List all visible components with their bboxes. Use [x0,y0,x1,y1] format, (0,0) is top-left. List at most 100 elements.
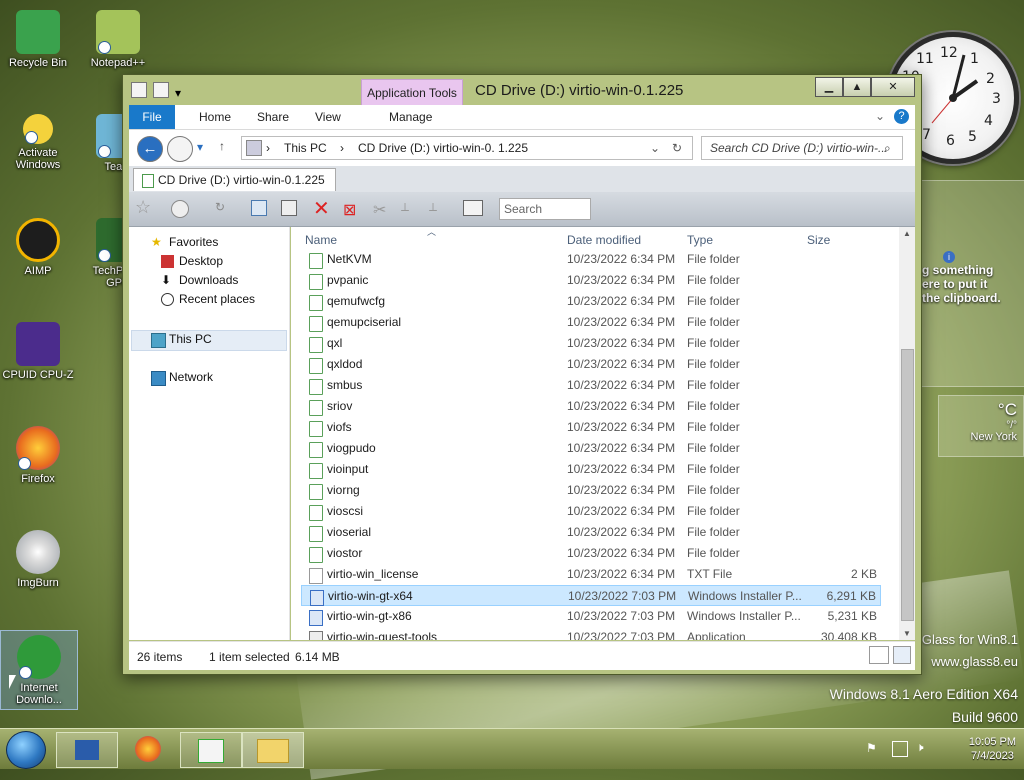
nav-network[interactable]: Network [151,368,213,387]
file-row[interactable]: viorng 10/23/2022 6:34 PM File folder [301,480,881,501]
location-tab[interactable]: CD Drive (D:) virtio-win-0.1.225 [133,168,336,191]
address-segment-location[interactable]: CD Drive (D:) virtio-win-0. 1.225 [358,141,528,155]
column-type[interactable]: Type [687,233,713,247]
desktop-icon-activate-windows[interactable]: Activate Windows [0,110,76,171]
refresh-icon[interactable]: ↻ [672,141,682,155]
large-icons-view-icon[interactable] [893,646,911,664]
favorites-star-icon[interactable]: ☆ [135,197,155,217]
tab-home[interactable]: Home [189,105,241,129]
file-row[interactable]: pvpanic 10/23/2022 6:34 PM File folder [301,270,881,291]
delete-permanent-icon[interactable]: ⊠ [343,200,363,219]
move-icon[interactable] [281,200,297,216]
file-row[interactable]: viofs 10/23/2022 6:34 PM File folder [301,417,881,438]
desktop-icon-internet-download[interactable]: Internet Downlo... [0,630,78,710]
view-mode-icon[interactable] [463,200,483,216]
help-icon[interactable]: ? [894,109,909,124]
start-button[interactable] [6,731,46,769]
toolbar-search[interactable]: Search [499,198,591,220]
file-row[interactable]: sriov 10/23/2022 6:34 PM File folder [301,396,881,417]
taskbar-csharp[interactable] [180,732,242,768]
copy-icon[interactable] [251,200,267,216]
column-name[interactable]: Name [305,233,337,247]
chevron-down-icon[interactable]: ⌄ [650,141,660,155]
file-row[interactable]: vioscsi 10/23/2022 6:34 PM File folder [301,501,881,522]
nav-this-pc[interactable]: This PC [151,330,212,349]
address-bar[interactable]: › This PC › CD Drive (D:) virtio-win-0. … [241,136,693,160]
up-button[interactable]: ↑ [219,139,225,153]
tray-clock[interactable]: 10:05 PM 7/4/2023 [969,735,1016,763]
file-row[interactable]: virtio-win-guest-tools 10/23/2022 7:03 PM… [301,627,881,640]
new-folder-icon[interactable] [153,82,169,98]
nav-favorites[interactable]: ★ Favorites [151,233,218,252]
flag-icon[interactable]: ⚑ [866,741,877,755]
file-row[interactable]: vioserial 10/23/2022 6:34 PM File folder [301,522,881,543]
cut-icon[interactable]: ✂ [373,200,393,219]
toolbar-search-input[interactable]: Search [504,202,542,216]
tab-manage[interactable]: Manage [379,105,442,129]
refresh-icon[interactable]: ↻ [215,200,235,218]
weather-gadget[interactable]: °C °/° New York [938,395,1024,457]
tab-share[interactable]: Share [247,105,299,129]
file-row[interactable]: virtio-win-gt-x64 10/23/2022 7:03 PM Windo… [301,585,881,606]
vertical-scrollbar[interactable]: ▲ ▼ [899,227,915,640]
explorer-window[interactable]: ▾ Application Tools CD Drive (D:) virtio… [122,74,922,675]
desktop-icon-cpuz[interactable]: CPUID CPU-Z [0,318,76,381]
scrollbar-thumb[interactable] [901,349,914,621]
file-row[interactable]: smbus 10/23/2022 6:34 PM File folder [301,375,881,396]
desktop-icon-recycle-bin[interactable]: Recycle Bin [0,6,76,69]
details-view-icon[interactable] [869,646,889,664]
back-button[interactable]: ← [137,136,163,162]
file-row[interactable]: virtio-win_license 10/23/2022 6:34 PM TXT … [301,564,881,585]
search-box[interactable]: Search CD Drive (D:) virtio-win-... ⌕ [701,136,903,160]
network-tray-icon[interactable] [892,741,908,757]
split-icon[interactable]: ⟂ [401,200,421,218]
nav-downloads[interactable]: ⬇ Downloads [161,271,238,290]
scroll-down-icon[interactable]: ▼ [903,629,911,638]
recent-locations-icon[interactable]: ▾ [197,140,203,154]
close-button[interactable]: ✕ [871,77,915,97]
nav-desktop[interactable]: Desktop [161,252,223,271]
file-row[interactable]: qxldod 10/23/2022 6:34 PM File folder [301,354,881,375]
taskbar-explorer[interactable] [242,732,304,768]
merge-icon[interactable]: ⟂ [429,200,449,218]
folder-icon [309,316,323,332]
scroll-up-icon[interactable]: ▲ [903,229,911,238]
delete-icon[interactable]: ✕ [313,196,333,220]
file-row[interactable]: vioinput 10/23/2022 6:34 PM File folder [301,459,881,480]
tab-file[interactable]: File [129,105,175,129]
forward-button[interactable] [167,136,193,162]
context-tab-application-tools[interactable]: Application Tools [361,79,463,106]
file-row[interactable]: virtio-win-gt-x86 10/23/2022 7:03 PM Windo… [301,606,881,627]
taskbar-powershell[interactable] [56,732,118,768]
volume-muted-icon[interactable]: 🕨 [916,740,924,755]
properties-icon[interactable] [131,82,147,98]
file-row[interactable]: qemupciserial 10/23/2022 6:34 PM File fold… [301,312,881,333]
chevron-down-icon[interactable]: ⌄ [875,109,885,123]
file-date: 10/23/2022 6:34 PM [567,399,676,413]
history-icon[interactable] [171,200,189,218]
file-name: smbus [327,378,363,392]
file-row[interactable]: qemufwcfg 10/23/2022 6:34 PM File folder [301,291,881,312]
title-bar[interactable]: ▾ Application Tools CD Drive (D:) virtio… [123,75,921,106]
aimp-icon [16,218,60,262]
search-input[interactable]: Search CD Drive (D:) virtio-win-... [710,141,888,155]
nav-recent-places[interactable]: Recent places [161,290,255,309]
tab-view[interactable]: View [305,105,351,129]
address-segment-this-pc[interactable]: This PC [284,141,327,155]
chevron-down-icon[interactable]: ▾ [175,86,183,100]
selection-count: 1 item selected [209,650,290,664]
file-row[interactable]: viogpudo 10/23/2022 6:34 PM File folder [301,438,881,459]
file-row[interactable]: qxl 10/23/2022 6:34 PM File folder [301,333,881,354]
file-row[interactable]: viostor 10/23/2022 6:34 PM File folder [301,543,881,564]
minimize-button[interactable]: ▁ [815,77,843,97]
maximize-button[interactable]: ▲ [843,77,871,97]
column-size[interactable]: Size [807,233,830,247]
column-date[interactable]: Date modified [567,233,641,247]
desktop-icon-imgburn[interactable]: ImgBurn [0,526,76,589]
desktop-icon-aimp[interactable]: AIMP [0,214,76,277]
taskbar-firefox[interactable] [118,732,178,766]
quick-access-toolbar: ▾ [131,82,183,100]
desktop-icon-firefox[interactable]: Firefox [0,422,76,485]
file-row[interactable]: NetKVM 10/23/2022 6:34 PM File folder [301,249,881,270]
desktop-icon-notepadpp[interactable]: Notepad++ [80,6,156,69]
